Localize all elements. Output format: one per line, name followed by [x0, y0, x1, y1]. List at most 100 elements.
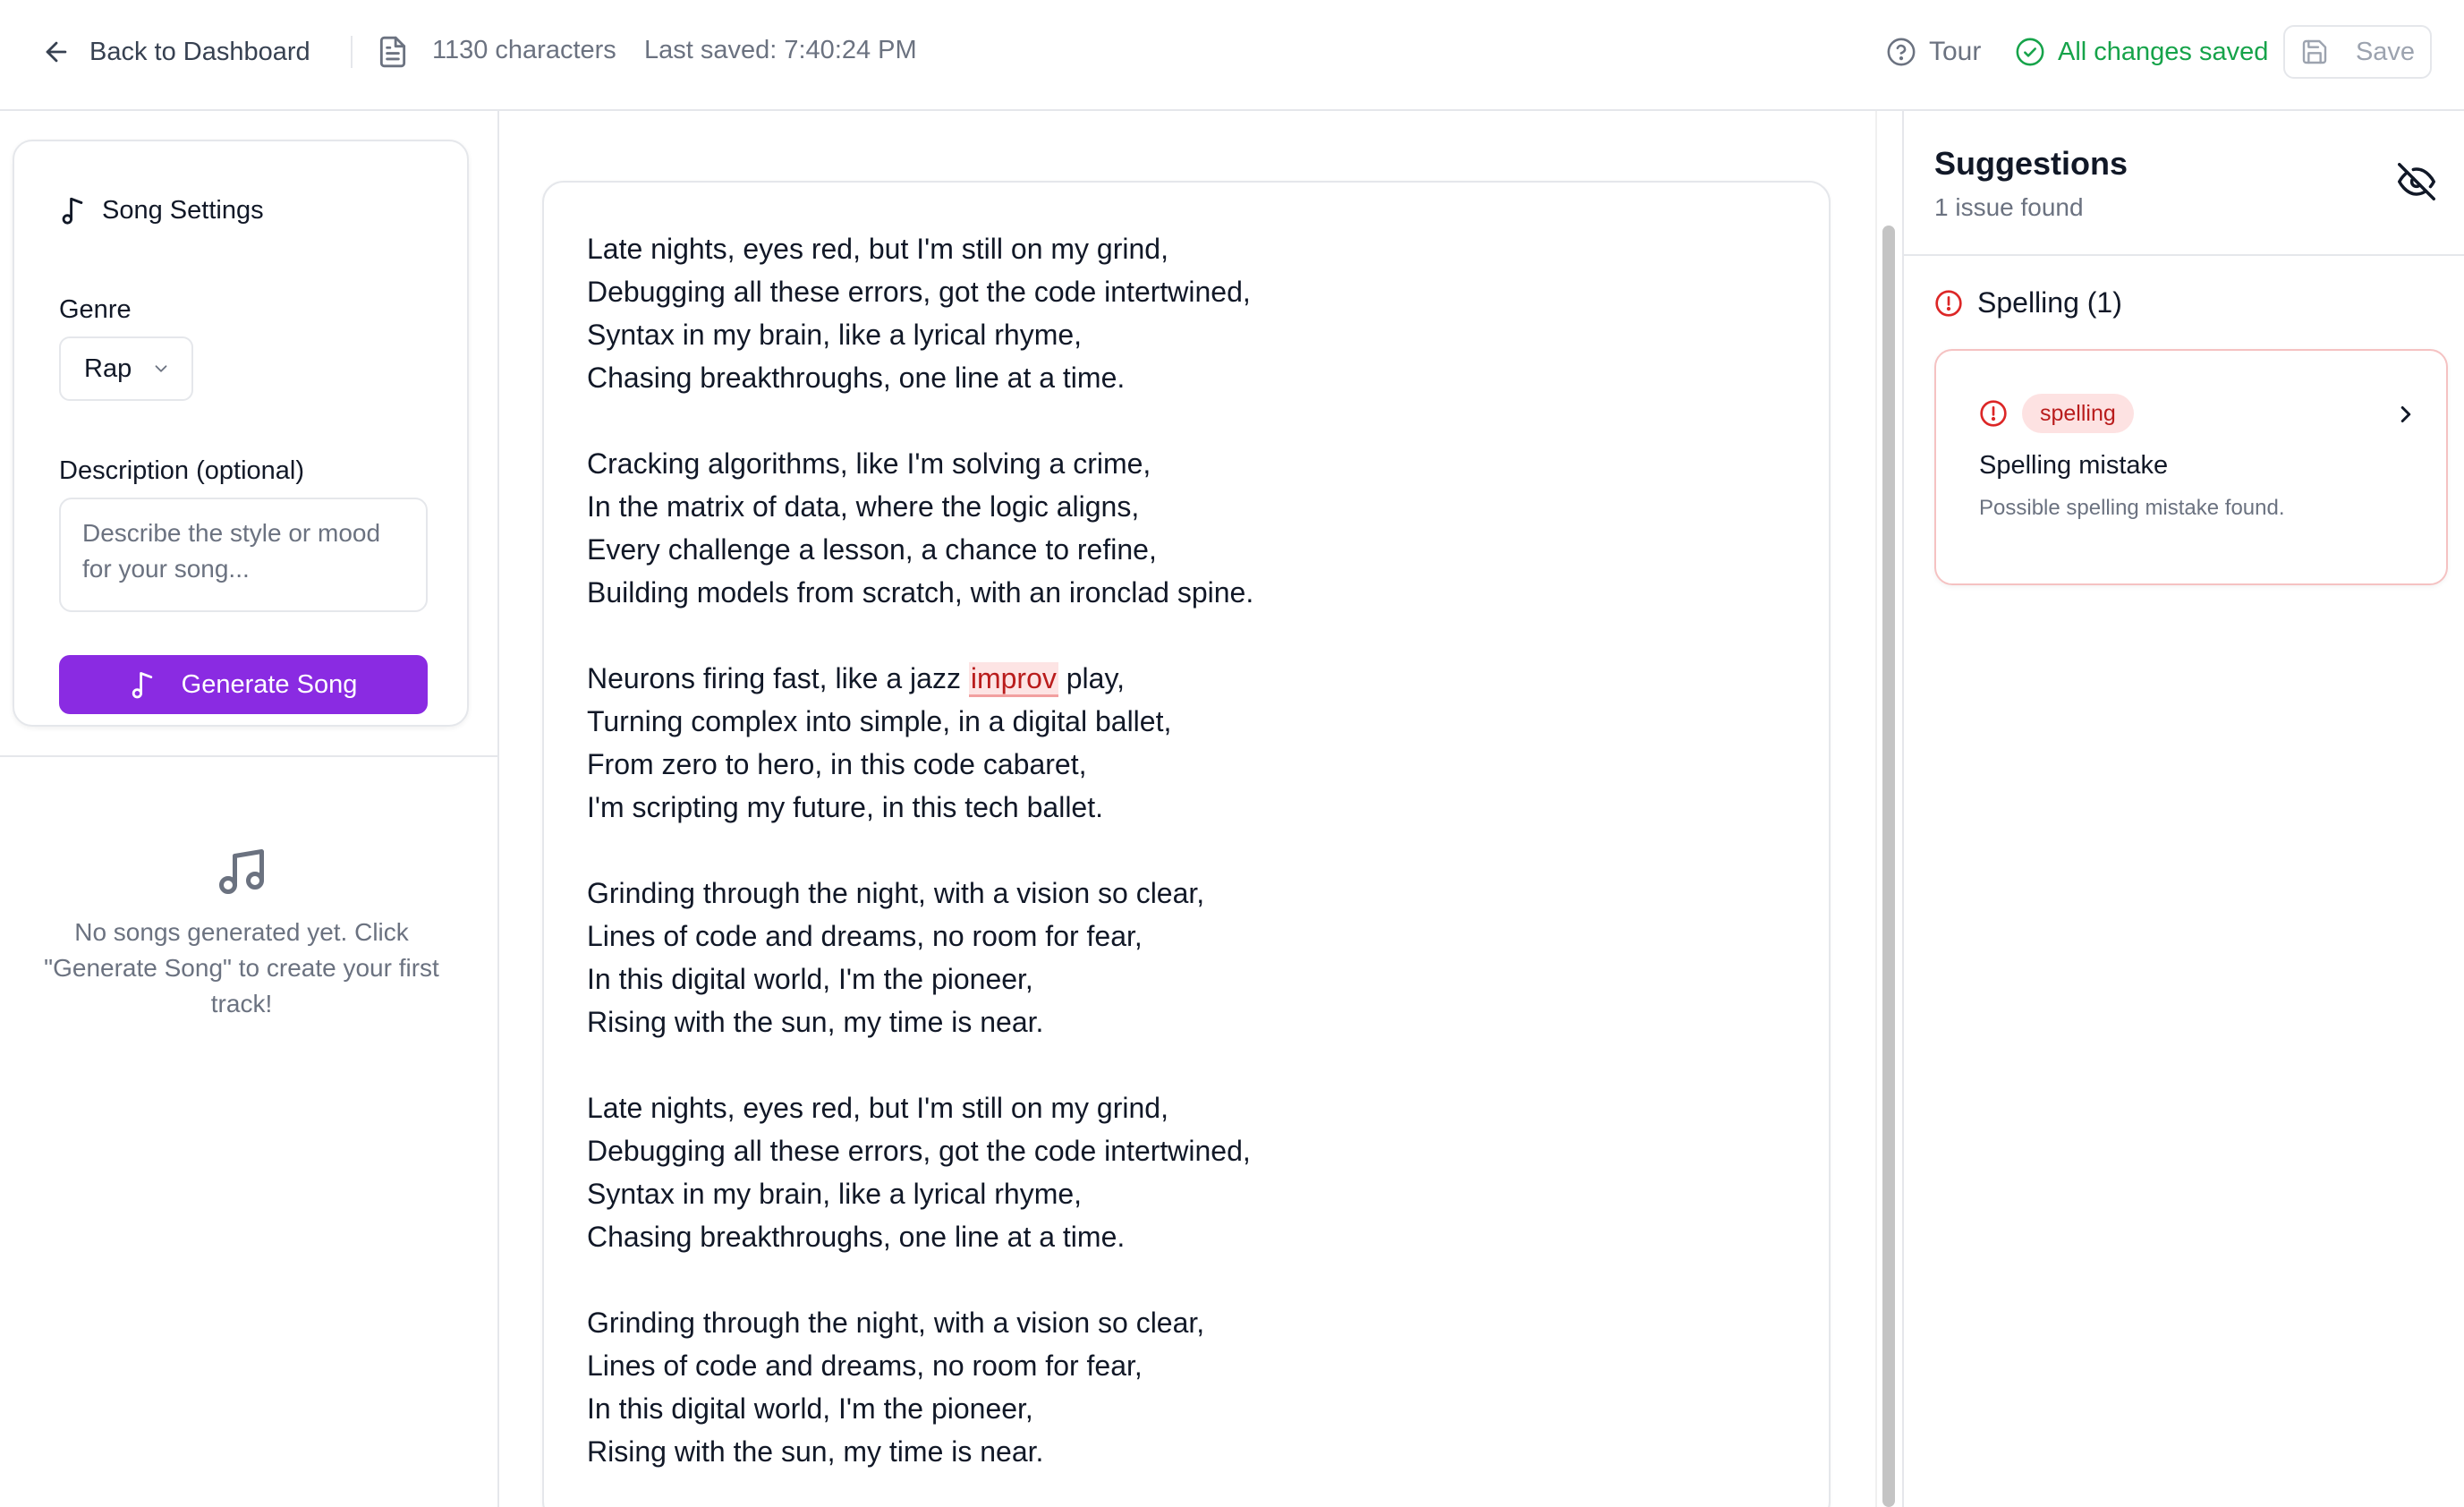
lyric-line-text: Every challenge a lesson, a chance to re…: [587, 533, 1157, 566]
lyric-line-text: Syntax in my brain, like a lyrical rhyme…: [587, 1178, 1083, 1210]
lyric-line-text: Debugging all these errors, got the code…: [587, 1135, 1251, 1167]
alert-circle-icon: [1980, 400, 2007, 427]
lyric-line-text: Neurons firing fast, like a jazz: [587, 662, 969, 694]
suggestions-title: Suggestions: [1934, 145, 2128, 182]
editor-scrollbar-thumb[interactable]: [1882, 226, 1895, 1507]
song-settings-header: Song Settings: [59, 195, 264, 226]
tour-label: Tour: [1929, 37, 1982, 66]
music-note-icon: [132, 672, 152, 699]
music-notes-icon: [219, 849, 264, 894]
lyric-line: In this digital world, I'm the pioneer,: [587, 958, 1253, 1000]
issue-description: Possible spelling mistake found.: [1979, 496, 2285, 520]
eye-off-icon[interactable]: [2398, 163, 2435, 200]
lyric-line: Syntax in my brain, like a lyrical rhyme…: [587, 313, 1253, 356]
character-count: 1130 characters: [432, 36, 616, 64]
save-status: All changes saved: [2015, 32, 2268, 72]
spelling-category-header[interactable]: Spelling (1): [1934, 286, 2122, 319]
save-button[interactable]: Save: [2283, 25, 2432, 79]
lyric-line: Every challenge a lesson, a chance to re…: [587, 528, 1253, 571]
top-bar: Back to Dashboard 1130 characters Last s…: [0, 0, 2464, 111]
genre-value: Rap: [84, 353, 132, 383]
lyric-line-text: In this digital world, I'm the pioneer,: [587, 1392, 1033, 1425]
song-settings-card: Song Settings Genre Rap Description (opt…: [13, 140, 469, 727]
lyric-line: Late nights, eyes red, but I'm still on …: [587, 227, 1253, 270]
save-label: Save: [2355, 37, 2416, 66]
lyric-line-text: Grinding through the night, with a visio…: [587, 877, 1205, 909]
lyrics-text[interactable]: Late nights, eyes red, but I'm still on …: [587, 227, 1253, 1473]
back-to-dashboard-link[interactable]: Back to Dashboard: [41, 32, 310, 72]
lyric-line: Chasing breakthroughs, one line at a tim…: [587, 356, 1253, 399]
lyric-line: Late nights, eyes red, but I'm still on …: [587, 1086, 1253, 1129]
lyric-line: Grinding through the night, with a visio…: [587, 1301, 1253, 1344]
document-icon: [379, 36, 406, 68]
check-circle-icon: [2016, 38, 2044, 66]
suggestions-panel: Suggestions 1 issue found Spelling (1) s…: [1902, 111, 2464, 1507]
description-input[interactable]: [59, 498, 428, 612]
misspelled-word[interactable]: improv: [968, 662, 1058, 697]
genre-label: Genre: [59, 295, 132, 324]
lyric-line-text: In the matrix of data, where the logic a…: [587, 490, 1140, 523]
lyric-line-text: I'm scripting my future, in this tech ba…: [587, 791, 1103, 823]
issue-count: 1 issue found: [1934, 193, 2084, 221]
arrow-left-icon: [46, 41, 67, 63]
lyric-line-text: Turning complex into simple, in a digita…: [587, 705, 1172, 737]
lyric-line: Chasing breakthroughs, one line at a tim…: [587, 1215, 1253, 1258]
lyric-line-text: Late nights, eyes red, but I'm still on …: [587, 233, 1168, 265]
sidebar-divider: [0, 755, 497, 757]
lyric-line-text: play,: [1058, 662, 1125, 694]
toolbar-divider: [351, 36, 353, 68]
chevron-right-icon[interactable]: [2392, 401, 2419, 428]
lyric-line: Debugging all these errors, got the code…: [587, 270, 1253, 313]
song-settings-sidebar: Song Settings Genre Rap Description (opt…: [0, 111, 499, 1507]
lyric-line-text: Lines of code and dreams, no room for fe…: [587, 1349, 1143, 1382]
lyric-line: Turning complex into simple, in a digita…: [587, 700, 1253, 743]
lyric-line: Lines of code and dreams, no room for fe…: [587, 1344, 1253, 1387]
lyric-line: Rising with the sun, my time is near.: [587, 1430, 1253, 1473]
tour-button[interactable]: Tour: [1886, 32, 1981, 72]
lyric-line-text: Syntax in my brain, like a lyrical rhyme…: [587, 319, 1083, 351]
lyric-line: Neurons firing fast, like a jazz improv …: [587, 657, 1253, 700]
lyric-line-text: Lines of code and dreams, no room for fe…: [587, 920, 1143, 952]
lyric-line: Building models from scratch, with an ir…: [587, 571, 1253, 614]
suggestions-divider: [1904, 254, 2464, 256]
lyrics-editor[interactable]: Late nights, eyes red, but I'm still on …: [542, 181, 1831, 1507]
chevron-down-icon: [155, 365, 167, 372]
editor-area: Late nights, eyes red, but I'm still on …: [499, 111, 1875, 1507]
genre-select[interactable]: Rap: [59, 336, 193, 401]
last-saved-time: Last saved: 7:40:24 PM: [644, 36, 917, 64]
generate-song-button[interactable]: Generate Song: [59, 655, 428, 714]
generate-song-label: Generate Song: [181, 669, 358, 699]
lyric-line-text: In this digital world, I'm the pioneer,: [587, 963, 1033, 995]
description-label: Description (optional): [59, 456, 305, 485]
floppy-disk-icon: [2302, 39, 2327, 64]
lyric-line-text: Cracking algorithms, like I'm solving a …: [587, 447, 1151, 480]
lyric-line-text: Rising with the sun, my time is near.: [587, 1006, 1044, 1038]
spelling-category-label: Spelling (1): [1977, 286, 2122, 319]
lyric-line: Rising with the sun, my time is near.: [587, 1000, 1253, 1043]
song-settings-title: Song Settings: [102, 195, 264, 225]
lyric-line-text: From zero to hero, in this code cabaret,: [587, 748, 1087, 780]
lyric-line-text: Grinding through the night, with a visio…: [587, 1307, 1205, 1339]
issue-type-badge: spelling: [2022, 394, 2134, 433]
back-to-dashboard-label: Back to Dashboard: [89, 37, 310, 66]
spelling-issue-card[interactable]: spelling Spelling mistake Possible spell…: [1934, 349, 2448, 585]
lyric-line-text: Building models from scratch, with an ir…: [587, 576, 1254, 609]
music-note-icon: [62, 197, 83, 225]
lyric-line-text: Late nights, eyes red, but I'm still on …: [587, 1092, 1168, 1124]
help-circle-icon: [1887, 38, 1916, 66]
lyric-line: I'm scripting my future, in this tech ba…: [587, 786, 1253, 829]
lyric-line: In this digital world, I'm the pioneer,: [587, 1387, 1253, 1430]
empty-songs-message: No songs generated yet. Click "Generate …: [44, 918, 439, 1017]
save-status-label: All changes saved: [2058, 37, 2269, 66]
lyric-line: Grinding through the night, with a visio…: [587, 872, 1253, 915]
lyric-line: Lines of code and dreams, no room for fe…: [587, 915, 1253, 958]
alert-circle-icon: [1935, 289, 1962, 317]
lyric-line-text: Chasing breakthroughs, one line at a tim…: [587, 1221, 1126, 1253]
lyric-line: Debugging all these errors, got the code…: [587, 1129, 1253, 1172]
lyric-line: In the matrix of data, where the logic a…: [587, 485, 1253, 528]
